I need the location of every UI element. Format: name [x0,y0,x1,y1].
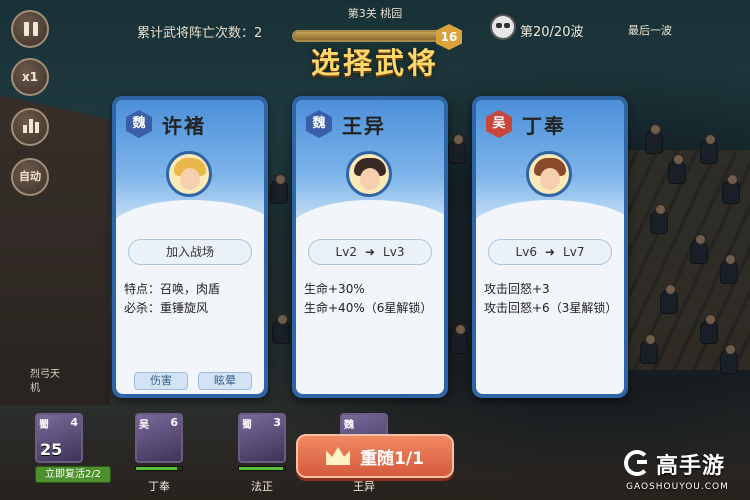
arrow-right-icon: ➜ [364,245,376,259]
level-up-pill[interactable]: Lv6 ➜ Lv7 [488,239,612,265]
hero-details: 生命+30% 生命+40%（6星解锁） [304,280,444,318]
slot-hp-bar [238,466,286,471]
stage-label: 第3关 桃园 [347,7,403,20]
chart-icon-bar [35,122,39,133]
hero-card[interactable]: 魏 王异 Lv2 ➜ Lv3 生命+30% 生命+40%（6星解锁） [292,96,448,398]
crown-icon [326,447,351,465]
slot-hero-name: 王异 [353,480,375,493]
hero-portrait [346,151,392,197]
slot-hero-name: 丁奉 [148,480,170,493]
level-up-pill[interactable]: Lv2 ➜ Lv3 [308,239,432,265]
watermark-url: GAOSHOUYOU.COM [626,482,729,492]
skull-icon [490,14,516,40]
portrait-face [180,168,200,190]
detail-line: 攻击回怒+6（3星解锁） [484,301,618,315]
hero-portrait [166,151,212,197]
skill-side-label: 烈弓天机 [30,369,60,394]
hero-name: 丁奉 [522,114,566,138]
slot-hp-bar [135,466,183,471]
hero-details: 特点：召唤，肉盾 必杀：重锤旋风 [124,280,264,318]
hero-portrait [526,151,572,197]
hero-tags: 伤害 眩晕 [134,372,252,390]
hero-name: 王异 [342,114,386,138]
card-body: 吴 丁奉 Lv6 ➜ Lv7 攻击回怒+3 攻击回怒+6（3星解锁） [476,100,624,394]
slot-level: 3 [273,416,281,429]
detail-line: 生命+40%（6星解锁） [304,301,433,315]
pause-icon [24,22,29,36]
watermark-logo-icon [624,450,650,476]
wave-progress-fill [294,32,450,40]
last-wave-label: 最后一波 [628,24,672,37]
chart-icon [23,125,27,133]
detail-line: 攻击回怒+3 [484,282,550,296]
death-counter: 累计武将阵亡次数：2 [137,26,263,41]
hero-card[interactable]: 吴 丁奉 Lv6 ➜ Lv7 攻击回怒+3 攻击回怒+6（3星解锁） [472,96,628,398]
card-body: 魏 王异 Lv2 ➜ Lv3 生命+30% 生命+40%（6星解锁） [296,100,444,394]
hero-card[interactable]: 魏 许褚 加入战场 特点：召唤，肉盾 必杀：重锤旋风 伤害 眩晕 [112,96,268,398]
hero-details: 攻击回怒+3 攻击回怒+6（3星解锁） [484,280,624,318]
detail-line: 生命+30% [304,282,365,296]
card-body: 魏 许褚 加入战场 特点：召唤，肉盾 必杀：重锤旋风 伤害 眩晕 [116,100,264,394]
stats-button[interactable] [11,108,49,146]
pause-icon-bar [33,22,38,36]
slot-kingdom: 蜀 [39,420,49,431]
hero-slot[interactable]: 吴 6 [135,413,183,463]
arrow-right-icon: ➜ [544,245,556,259]
wave-counter: 第20/20波 [520,25,584,40]
auto-button[interactable]: 自动 [11,158,49,196]
top-bar: 第3关 桃园 累计武将阵亡次数：2 16 第20/20波 最后一波 [0,0,750,50]
level-from: Lv6 [515,245,537,259]
select-hero-title: 选择武将 [310,46,439,80]
portrait-face [540,168,560,190]
slot-level: 6 [170,416,178,429]
slot-hero-name: 法正 [251,480,273,493]
chart-icon-bar [29,119,33,133]
tag-stun: 眩晕 [198,372,252,390]
revive-now-button[interactable]: 立即复活2/2 [35,466,111,483]
slot-kingdom: 吴 [139,420,149,431]
refresh-follow-button[interactable]: 重随1/1 [296,434,454,478]
level-to: Lv3 [383,245,405,259]
join-battle-button[interactable]: 加入战场 [128,239,252,265]
watermark-name: 高手游 [656,454,726,479]
detail-line: 特点：召唤，肉盾 [124,282,221,296]
hero-name: 许褚 [162,114,206,138]
slot-kingdom: 蜀 [242,420,252,431]
portrait-face [360,168,380,190]
detail-line: 必杀：重锤旋风 [124,301,209,315]
follow-label: 重随1/1 [360,448,424,469]
slot-level: 4 [70,416,78,429]
level-to: Lv7 [563,245,585,259]
hero-slot[interactable]: 蜀 3 [238,413,286,463]
tag-damage: 伤害 [134,372,188,390]
level-from: Lv2 [335,245,357,259]
revive-timer: 25 [40,440,63,459]
slot-kingdom: 魏 [344,420,354,431]
